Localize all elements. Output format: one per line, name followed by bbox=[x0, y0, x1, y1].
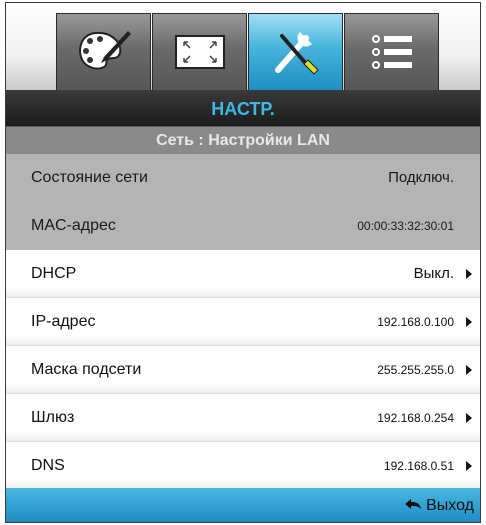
menu-title: НАСТР. bbox=[6, 90, 480, 126]
row-mac-address: MAC-адрес 00:00:33:32:30:01 bbox=[6, 202, 480, 250]
row-value: 255.255.255.0 bbox=[377, 363, 454, 377]
tab-display[interactable] bbox=[152, 13, 247, 90]
exit-button[interactable]: Выход bbox=[404, 488, 474, 522]
tab-image[interactable] bbox=[56, 13, 151, 90]
chevron-right-icon[interactable] bbox=[466, 461, 472, 471]
tab-setup[interactable] bbox=[248, 13, 343, 90]
tab-options[interactable] bbox=[344, 13, 439, 90]
row-label: DNS bbox=[31, 457, 65, 474]
osd-menu: НАСТР. Сеть : Настройки LAN Состояние се… bbox=[5, 2, 481, 523]
chevron-right-icon[interactable] bbox=[466, 317, 472, 327]
row-value: 192.168.0.100 bbox=[377, 315, 454, 329]
row-value: 192.168.0.254 bbox=[377, 411, 454, 425]
row-value: 00:00:33:32:30:01 bbox=[357, 219, 454, 233]
row-label: IP-адрес bbox=[31, 313, 96, 330]
row-label: MAC-адрес bbox=[31, 217, 116, 234]
row-dhcp[interactable]: DHCP Выкл. bbox=[6, 250, 480, 298]
menu-subtitle: Сеть : Настройки LAN bbox=[6, 126, 480, 154]
tools-icon bbox=[249, 14, 342, 90]
chevron-right-icon[interactable] bbox=[466, 269, 472, 279]
list-menu-icon bbox=[345, 14, 438, 90]
row-gateway[interactable]: Шлюз 192.168.0.254 bbox=[6, 394, 480, 442]
fullscreen-icon bbox=[153, 14, 246, 90]
row-label: DHCP bbox=[31, 265, 77, 282]
row-network-status: Состояние сети Подключ. bbox=[6, 154, 480, 202]
return-arrow-icon bbox=[404, 488, 422, 522]
tab-bar bbox=[6, 3, 480, 90]
palette-icon bbox=[57, 14, 150, 90]
row-value: Выкл. bbox=[413, 265, 454, 282]
footer-bar: Выход bbox=[6, 488, 480, 522]
chevron-right-icon[interactable] bbox=[466, 413, 472, 423]
row-ip-address[interactable]: IP-адрес 192.168.0.100 bbox=[6, 298, 480, 346]
row-value: 192.168.0.51 bbox=[383, 459, 454, 473]
exit-label: Выход bbox=[426, 497, 474, 514]
row-value: Подключ. bbox=[388, 169, 454, 186]
row-label: Шлюз bbox=[31, 409, 75, 426]
row-label: Маска подсети bbox=[31, 361, 142, 378]
row-label: Состояние сети bbox=[31, 169, 148, 186]
chevron-right-icon[interactable] bbox=[466, 365, 472, 375]
row-dns[interactable]: DNS 192.168.0.51 bbox=[6, 442, 480, 490]
row-subnet-mask[interactable]: Маска подсети 255.255.255.0 bbox=[6, 346, 480, 394]
